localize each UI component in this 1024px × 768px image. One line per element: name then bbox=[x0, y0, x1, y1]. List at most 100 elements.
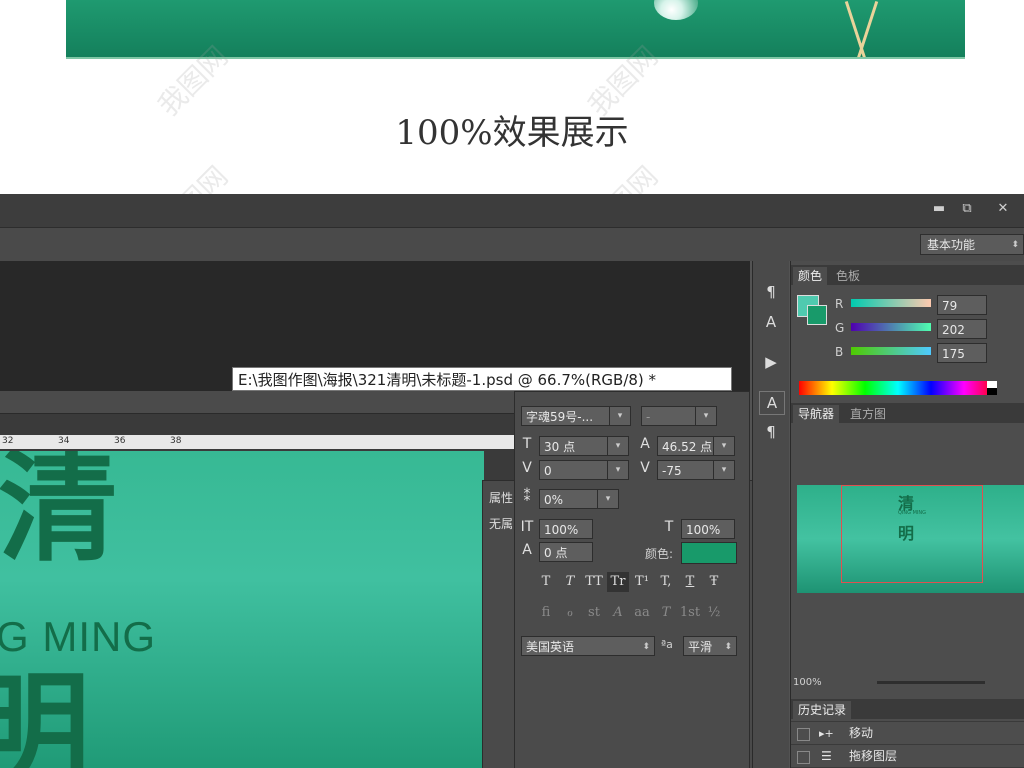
font-size-icon: T bbox=[522, 436, 532, 452]
chevron-down-icon: ▾ bbox=[609, 406, 630, 426]
navigator-preview[interactable]: 清 QING MING 明 bbox=[797, 485, 1024, 593]
tab-navigator[interactable]: 导航器 bbox=[793, 405, 840, 423]
tracking-field[interactable]: -75 ▾ bbox=[657, 460, 735, 480]
navigator-zoom[interactable]: 100% bbox=[793, 677, 822, 688]
workspace-select[interactable]: 基本功能 ⬍ bbox=[920, 234, 1024, 255]
baseline-shift-field[interactable]: 0 点 bbox=[539, 542, 593, 562]
poster-canvas[interactable]: 清 G MING 明 bbox=[0, 451, 484, 768]
horizontal-scale-field[interactable]: 100% bbox=[681, 519, 735, 539]
history-panel-header: 历史记录 bbox=[791, 699, 1024, 719]
canvas-roman-title: G MING bbox=[0, 613, 156, 660]
font-family-select[interactable]: 字魂59号-... ▾ bbox=[521, 406, 631, 426]
blue-label: B bbox=[835, 345, 844, 359]
language-select[interactable]: 美国英语 ⬍ bbox=[521, 636, 655, 656]
blue-value[interactable]: 175 bbox=[937, 343, 987, 363]
chevron-updown-icon: ⬍ bbox=[724, 642, 732, 652]
swash-button[interactable]: A bbox=[607, 603, 629, 623]
horizontal-scale-value: 100% bbox=[686, 523, 721, 537]
properties-empty-text: 无属 bbox=[489, 517, 514, 531]
tab-color[interactable]: 颜色 bbox=[793, 267, 828, 285]
character-panel-icon[interactable]: A bbox=[759, 391, 785, 415]
vertical-scale-icon: IT bbox=[520, 519, 534, 535]
tab-swatches[interactable]: 色板 bbox=[831, 267, 865, 285]
discretionary-ligature-button[interactable]: st bbox=[583, 603, 605, 623]
vertical-scale-field[interactable]: 100% bbox=[539, 519, 593, 539]
actions-play-icon[interactable]: ▶ bbox=[759, 351, 783, 373]
color-spectrum[interactable] bbox=[799, 381, 997, 395]
kerning-field[interactable]: 0 ▾ bbox=[539, 460, 629, 480]
text-color-swatch[interactable] bbox=[681, 542, 737, 564]
stylistic-alternates-button[interactable]: aa bbox=[631, 603, 653, 623]
water-droplet-graphic bbox=[654, 0, 698, 20]
strikethrough-button[interactable]: Ŧ bbox=[703, 572, 725, 592]
restore-button[interactable]: ⧉ bbox=[956, 200, 978, 218]
small-caps-button[interactable]: Tr bbox=[607, 572, 629, 592]
black-white-swatch[interactable] bbox=[987, 381, 997, 395]
options-bar: 基本功能 ⬍ bbox=[0, 227, 1024, 261]
ligature-button[interactable]: fi bbox=[535, 603, 557, 623]
grass-stem-graphic bbox=[856, 1, 879, 57]
paragraph-style-icon[interactable]: ¶ bbox=[759, 281, 783, 303]
red-slider[interactable] bbox=[851, 299, 931, 307]
chevron-down-icon: ▾ bbox=[607, 460, 628, 480]
tab-history[interactable]: 历史记录 bbox=[793, 701, 852, 719]
tsume-value: 0% bbox=[544, 493, 564, 507]
move-icon: ▸+ bbox=[819, 727, 834, 740]
ruler-tick: 36 bbox=[114, 436, 126, 446]
snapshot-checkbox[interactable] bbox=[797, 751, 810, 764]
close-button[interactable]: ✕ bbox=[992, 200, 1014, 218]
canvas-title-char: 清 bbox=[0, 451, 118, 578]
all-caps-button[interactable]: TT bbox=[583, 572, 605, 592]
fractions-button[interactable]: ½ bbox=[703, 603, 725, 623]
history-item[interactable]: ▸+ 移动 bbox=[791, 721, 1024, 745]
snapshot-checkbox[interactable] bbox=[797, 728, 810, 741]
font-style-select[interactable]: - ▾ bbox=[641, 406, 717, 426]
superscript-button[interactable]: T¹ bbox=[631, 572, 653, 592]
subscript-button[interactable]: T, bbox=[655, 572, 677, 592]
ordinals-button[interactable]: 1st bbox=[679, 603, 701, 623]
zoom-slider[interactable] bbox=[877, 681, 985, 684]
color-panel-header: 颜色 色板 bbox=[791, 265, 1024, 285]
chevron-down-icon: ▾ bbox=[607, 436, 628, 456]
tsume-field[interactable]: 0% ▾ bbox=[539, 489, 619, 509]
chevron-updown-icon: ⬍ bbox=[1011, 240, 1019, 250]
style-button-row: T T TT Tr T¹ T, T Ŧ bbox=[535, 572, 735, 594]
minimize-button[interactable]: ▬ bbox=[928, 200, 950, 218]
green-slider[interactable] bbox=[851, 323, 931, 331]
navigator-panel-header: 导航器 直方图 bbox=[791, 403, 1024, 423]
chevron-down-icon: ▾ bbox=[713, 436, 734, 456]
language-value: 美国英语 bbox=[526, 640, 575, 654]
titling-alternates-button[interactable]: T bbox=[655, 603, 677, 623]
character-style-icon[interactable]: A bbox=[759, 311, 783, 333]
underline-button[interactable]: T bbox=[679, 572, 701, 592]
green-value[interactable]: 202 bbox=[937, 319, 987, 339]
ruler-tick: 32 bbox=[2, 436, 14, 446]
history-item[interactable]: ☰ 拖移图层 bbox=[791, 744, 1024, 768]
faux-italic-button[interactable]: T bbox=[559, 572, 581, 592]
kerning-icon: V bbox=[522, 460, 532, 476]
red-label: R bbox=[835, 297, 844, 311]
ruler-tick: 38 bbox=[170, 436, 182, 446]
preview-roman-title: QING MING bbox=[898, 510, 927, 516]
background-color-swatch[interactable] bbox=[807, 305, 827, 325]
chevron-down-icon: ▾ bbox=[713, 460, 734, 480]
leading-value: 46.52 点 bbox=[662, 440, 713, 454]
tab-histogram[interactable]: 直方图 bbox=[845, 405, 891, 423]
kerning-value: 0 bbox=[544, 464, 552, 478]
properties-tab[interactable]: 属性 bbox=[489, 489, 513, 506]
leading-field[interactable]: 46.52 点 ▾ bbox=[657, 436, 735, 456]
navigator-view-box[interactable]: 清 QING MING 明 bbox=[841, 485, 983, 583]
font-family-value: 字魂59号-... bbox=[526, 410, 594, 424]
red-value[interactable]: 79 bbox=[937, 295, 987, 315]
old-style-button[interactable]: ℴ bbox=[559, 603, 581, 623]
right-panel-dock: 颜色 色板 R 79 G 202 B 175 导航器 直方图 清 QING MI… bbox=[790, 261, 1024, 768]
photoshop-window: ▬ ⧉ ✕ 基本功能 ⬍ ▬ □ ✕ 32 34 36 38 清 G MING bbox=[0, 194, 1024, 768]
font-size-field[interactable]: 30 点 ▾ bbox=[539, 436, 629, 456]
paragraph-panel-icon[interactable]: ¶ bbox=[759, 421, 783, 443]
canvas-title-char: 明 bbox=[0, 661, 90, 768]
history-item-label: 拖移图层 bbox=[849, 749, 898, 763]
effect-caption: 100%效果展示 bbox=[395, 113, 629, 153]
blue-slider[interactable] bbox=[851, 347, 931, 355]
antialias-select[interactable]: 平滑 ⬍ bbox=[683, 636, 737, 656]
faux-bold-button[interactable]: T bbox=[535, 572, 557, 592]
